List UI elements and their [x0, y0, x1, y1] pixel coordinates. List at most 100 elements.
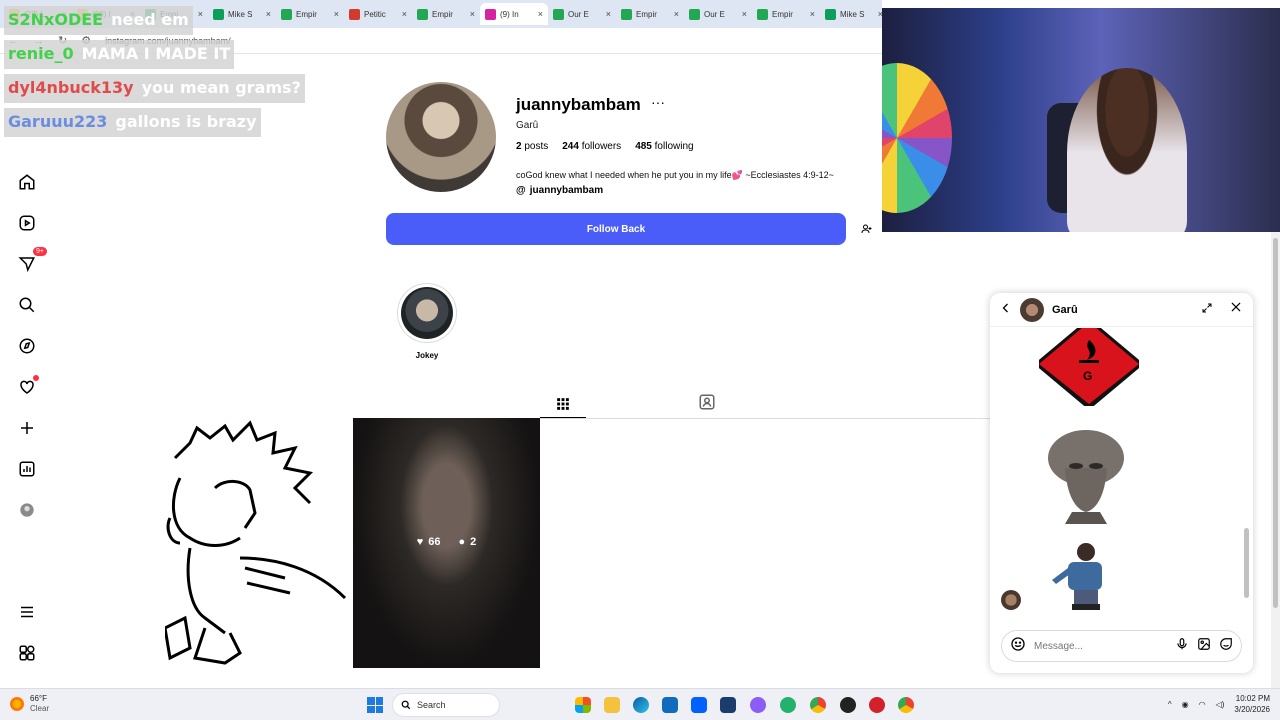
chrome-icon[interactable]	[810, 697, 826, 713]
following-stat[interactable]: 485 following	[635, 141, 693, 152]
threads-link[interactable]: @ juannybambam	[516, 185, 603, 196]
app-icon[interactable]	[869, 697, 885, 713]
tab-favicon-icon	[689, 8, 700, 20]
browser-tab[interactable]: (9) In ×	[480, 3, 548, 25]
dashboard-icon[interactable]	[15, 457, 39, 481]
tab-close-icon[interactable]: ×	[606, 9, 611, 19]
create-icon[interactable]	[15, 416, 39, 440]
obs-icon[interactable]	[840, 697, 856, 713]
tab-favicon-icon	[757, 8, 768, 20]
tab-favicon-icon	[825, 8, 836, 20]
profile-avatar-icon[interactable]	[15, 498, 39, 522]
tab-tagged[interactable]	[695, 390, 719, 414]
more-options-icon[interactable]: ···	[651, 94, 665, 110]
discord-icon[interactable]	[750, 697, 766, 713]
start-button[interactable]	[367, 697, 383, 713]
temperature: 66°F	[30, 694, 47, 703]
browser-tab[interactable]: Our E ×	[684, 3, 752, 25]
chat-username: Garuuu223	[8, 112, 108, 131]
sticker-icon[interactable]	[1219, 637, 1233, 656]
post-thumbnail[interactable]: ♥ 66 ● 2	[353, 418, 540, 668]
dropbox-icon[interactable]	[691, 697, 707, 713]
image-icon[interactable]	[1197, 637, 1211, 656]
dm-contact-name[interactable]: Garû	[1052, 304, 1193, 316]
clock[interactable]: 10:02 PM 3/20/2026	[1234, 693, 1270, 715]
back-chevron-icon[interactable]	[1000, 301, 1012, 319]
webcam-overlay	[882, 8, 1280, 232]
tab-close-icon[interactable]: ×	[674, 9, 679, 19]
explore-icon[interactable]	[15, 334, 39, 358]
taskbar-search[interactable]: Search	[392, 693, 500, 717]
file-explorer-icon[interactable]	[604, 697, 620, 713]
highlight-cover	[401, 287, 453, 339]
reels-icon[interactable]	[15, 211, 39, 235]
store-icon[interactable]	[662, 697, 678, 713]
wifi-icon[interactable]: ◠	[1199, 700, 1206, 709]
browser-tab[interactable]: Petitic ×	[344, 3, 412, 25]
comments-count: 2	[470, 536, 477, 548]
close-icon[interactable]	[1229, 300, 1243, 319]
browser-tab[interactable]: Mike S ×	[820, 3, 882, 25]
messages-icon[interactable]: 9+	[15, 247, 47, 276]
chat-username: dyl4nbuck13y	[8, 78, 134, 97]
tab-label: (9) In	[500, 9, 519, 19]
tab-close-icon[interactable]: ×	[402, 9, 407, 19]
browser-tab[interactable]: Empir ×	[412, 3, 480, 25]
show-hidden-icons[interactable]: ^	[1168, 700, 1172, 709]
menu-icon[interactable]	[15, 600, 39, 624]
tab-favicon-icon	[485, 8, 496, 20]
followers-stat[interactable]: 244 followers	[562, 141, 621, 152]
tab-close-icon[interactable]: ×	[470, 9, 475, 19]
instagram-sidebar: 9+	[0, 54, 54, 688]
clock-date: 3/20/2026	[1234, 705, 1270, 714]
dm-avatar[interactable]	[1020, 297, 1044, 322]
tab-close-icon[interactable]: ×	[742, 9, 747, 19]
app-icon[interactable]	[780, 697, 796, 713]
tab-close-icon[interactable]: ×	[538, 9, 543, 19]
volume-icon[interactable]: ◁)	[1216, 700, 1225, 709]
notifications-badge: 9+	[33, 247, 47, 256]
tab-close-icon[interactable]: ×	[334, 9, 339, 19]
follow-back-button[interactable]: Follow Back	[386, 213, 846, 245]
expand-icon[interactable]	[1201, 301, 1213, 319]
scrollbar-thumb[interactable]	[1273, 238, 1278, 608]
chrome-icon[interactable]	[898, 697, 914, 713]
tab-label: Empir	[772, 9, 793, 19]
page-scrollbar[interactable]	[1271, 232, 1280, 688]
home-icon[interactable]	[15, 170, 39, 194]
emoji-icon[interactable]	[1010, 636, 1026, 657]
story-highlight[interactable]	[397, 283, 457, 343]
weather-widget[interactable]: 66°F Clear	[10, 694, 49, 714]
tab-label: Petitic	[364, 9, 386, 19]
chat-message: renie_0 MAMA I MADE IT	[4, 40, 235, 69]
post-thumbnail[interactable]	[165, 418, 353, 668]
profile-avatar[interactable]	[386, 82, 496, 192]
tab-posts[interactable]	[540, 390, 586, 418]
more-apps-icon[interactable]	[15, 641, 39, 665]
prize-wheel	[882, 63, 952, 213]
browser-tab[interactable]: Empir ×	[752, 3, 820, 25]
tab-favicon-icon	[417, 8, 428, 20]
terminal-icon[interactable]	[720, 697, 736, 713]
message-input[interactable]	[1034, 640, 1167, 652]
heart-notifications-icon[interactable]	[15, 375, 39, 399]
tab-close-icon[interactable]: ×	[810, 9, 815, 19]
browser-tab[interactable]: Empir ×	[616, 3, 684, 25]
svg-text:G: G	[1083, 369, 1092, 383]
dm-scrollbar[interactable]	[1244, 328, 1249, 628]
tab-label: Empir	[636, 9, 657, 19]
chat-username: renie_0	[8, 44, 74, 63]
dm-scrollbar-thumb[interactable]	[1244, 528, 1249, 598]
kid-sticker	[1052, 543, 1102, 610]
chat-message: Garuuu223 gallons is brazy	[4, 108, 261, 137]
search-icon[interactable]	[15, 293, 39, 317]
edge-icon[interactable]	[633, 697, 649, 713]
copilot-icon[interactable]	[575, 697, 591, 713]
dm-header: Garû	[990, 293, 1253, 327]
network-icon[interactable]: ◉	[1182, 700, 1189, 709]
browser-tab[interactable]: Our E ×	[548, 3, 616, 25]
tab-label: Our E	[568, 9, 589, 19]
stream-chat-overlay: S2NxODEE need em renie_0 MAMA I MADE IT dy…	[4, 6, 305, 142]
suggested-accounts-icon[interactable]	[852, 215, 882, 243]
microphone-icon[interactable]	[1175, 637, 1189, 656]
